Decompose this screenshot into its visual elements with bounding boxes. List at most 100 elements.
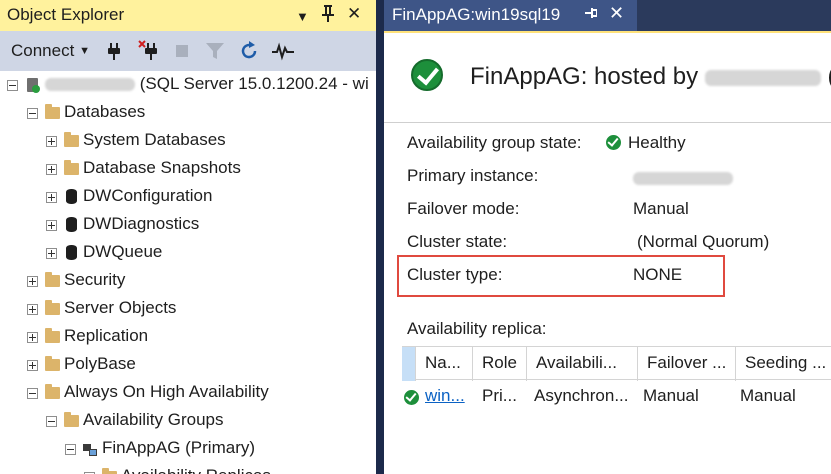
cluster-type-value: NONE (633, 265, 683, 284)
redacted-host-name (704, 69, 821, 86)
availability-replicas-label: Availability Replicas (121, 466, 271, 474)
tree-node-availability-replicas[interactable]: Availability Replicas (0, 466, 376, 474)
replication-label: Replication (64, 326, 149, 345)
always-on-label: Always On High Availability (64, 382, 269, 401)
folder-icon (45, 384, 60, 399)
replica-healthy-icon (404, 388, 419, 408)
tree-node-databases[interactable]: Databases (0, 102, 376, 130)
server-objects-label: Server Objects (64, 298, 177, 317)
collapse-icon[interactable] (65, 444, 76, 455)
column-header-seeding[interactable]: Seeding ... (736, 347, 831, 381)
document-tab-strip: FinAppAG:win19sql19 ✕ (384, 0, 831, 31)
replica-role-cell: Pri... (482, 386, 517, 405)
expand-icon[interactable] (27, 276, 38, 287)
tree-node-dwdiagnostics[interactable]: DWDiagnostics (0, 214, 376, 242)
disconnect-icon[interactable] (137, 39, 161, 63)
database-snapshots-label: Database Snapshots (83, 158, 241, 177)
folder-icon (64, 160, 79, 175)
folder-icon (64, 132, 79, 147)
dashboard-title-suffix: ( (827, 63, 831, 90)
tree-node-polybase[interactable]: PolyBase (0, 354, 376, 382)
tree-node-dwconfiguration[interactable]: DWConfiguration (0, 186, 376, 214)
tree-node-always-on[interactable]: Always On High Availability (0, 382, 376, 410)
connect-icon[interactable] (103, 39, 127, 63)
collapse-icon[interactable] (46, 416, 57, 427)
expand-icon[interactable] (46, 136, 57, 147)
healthy-status-icon (411, 59, 443, 91)
dashboard-title: FinAppAG: hosted by ( (470, 63, 831, 91)
tab-pin-icon[interactable] (584, 5, 598, 25)
chevron-down-icon: ▼ (79, 45, 90, 57)
object-explorer-panel: Object Explorer ▼ ✕ Connect ▼ (SQL Serve… (0, 0, 376, 474)
tab-finappag-dashboard[interactable]: FinAppAG:win19sql19 ✕ (384, 0, 637, 31)
object-explorer-title-bar: Object Explorer ▼ ✕ (0, 0, 376, 31)
tree-node-system-databases[interactable]: System Databases (0, 130, 376, 158)
pin-icon[interactable] (320, 3, 336, 29)
finappag-label: FinAppAG (Primary) (102, 438, 256, 457)
expand-icon[interactable] (27, 332, 38, 343)
folder-icon (45, 104, 60, 119)
dwqueue-label: DWQueue (83, 242, 163, 261)
availability-replica-section-label: Availability replica: (407, 319, 547, 338)
tree-node-finappag[interactable]: FinAppAG (Primary) (0, 438, 376, 466)
healthy-check-icon (606, 135, 621, 150)
expand-icon[interactable] (46, 248, 57, 259)
cluster-type-label: Cluster type: (407, 265, 503, 284)
tab-close-icon[interactable]: ✕ (609, 3, 624, 24)
object-explorer-tree: (SQL Server 15.0.1200.24 - wi Databases … (0, 71, 376, 474)
replica-name-link[interactable]: win... (425, 386, 465, 406)
folder-icon (45, 328, 60, 343)
panel-splitter[interactable] (376, 0, 384, 474)
primary-instance-label: Primary instance: (407, 166, 539, 185)
collapse-icon[interactable] (27, 388, 38, 399)
tree-node-replication[interactable]: Replication (0, 326, 376, 354)
object-explorer-toolbar: Connect ▼ (0, 31, 376, 71)
redacted-primary-instance (633, 172, 733, 186)
availability-groups-label: Availability Groups (83, 410, 224, 429)
tree-node-server-objects[interactable]: Server Objects (0, 298, 376, 326)
expand-icon[interactable] (46, 220, 57, 231)
tree-node-server[interactable]: (SQL Server 15.0.1200.24 - wi (0, 74, 376, 102)
expand-icon[interactable] (46, 192, 57, 203)
connect-label: Connect (11, 41, 75, 60)
grid-header-row: Na... Role Availabili... Failover ... Se… (402, 346, 831, 381)
availability-replica-grid: Na... Role Availabili... Failover ... Se… (402, 346, 831, 474)
dwdiagnostics-label: DWDiagnostics (83, 214, 200, 233)
activity-monitor-icon[interactable] (271, 39, 295, 63)
column-header-role[interactable]: Role (473, 347, 527, 381)
collapse-icon[interactable] (27, 108, 38, 119)
tree-node-availability-groups[interactable]: Availability Groups (0, 410, 376, 438)
window-position-dropdown-icon[interactable]: ▼ (296, 6, 309, 28)
database-icon (66, 189, 77, 204)
databases-label: Databases (64, 102, 146, 121)
expand-icon[interactable] (27, 360, 38, 371)
folder-icon (45, 300, 60, 315)
expand-icon[interactable] (46, 164, 57, 175)
replica-availability-cell: Asynchron... (534, 386, 629, 405)
object-explorer-title: Object Explorer (7, 5, 125, 24)
close-icon[interactable]: ✕ (347, 3, 361, 25)
grid-row-selector[interactable] (402, 347, 416, 381)
cluster-state-label: Cluster state: (407, 232, 508, 251)
column-header-failover[interactable]: Failover ... (638, 347, 736, 381)
row-check-icon (404, 390, 419, 405)
refresh-icon[interactable] (237, 39, 261, 63)
column-header-name[interactable]: Na... (416, 347, 473, 381)
stop-icon[interactable] (171, 39, 195, 63)
cluster-state-value: (Normal Quorum) (637, 232, 770, 251)
dashboard-header: FinAppAG: hosted by ( (384, 33, 831, 123)
tree-node-security[interactable]: Security (0, 270, 376, 298)
tree-node-dwqueue[interactable]: DWQueue (0, 242, 376, 270)
system-databases-label: System Databases (83, 130, 226, 149)
replica-seeding-cell: Manual (740, 386, 796, 405)
connect-dropdown-button[interactable]: Connect ▼ (11, 41, 90, 61)
collapse-icon[interactable] (7, 80, 18, 91)
tree-node-database-snapshots[interactable]: Database Snapshots (0, 158, 376, 186)
filter-icon[interactable] (203, 39, 227, 63)
expand-icon[interactable] (27, 304, 38, 315)
folder-icon (64, 412, 79, 427)
column-header-availability[interactable]: Availabili... (527, 347, 638, 381)
failover-mode-value: Manual (633, 199, 689, 218)
database-icon (66, 245, 77, 260)
ag-state-value: Healthy (606, 133, 686, 153)
